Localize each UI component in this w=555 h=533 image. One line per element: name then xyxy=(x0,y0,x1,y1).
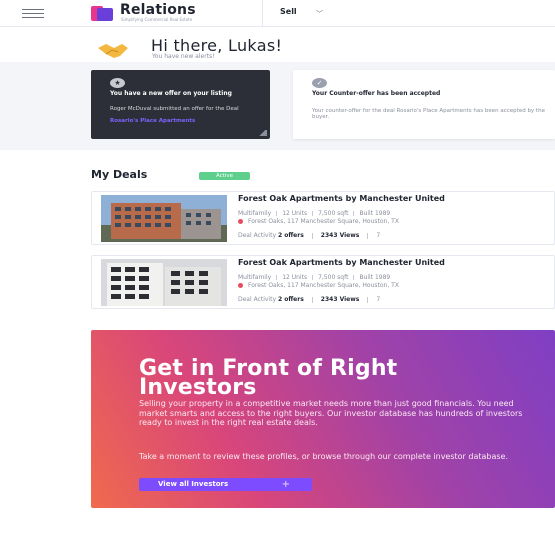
year-built: Built 1989 xyxy=(359,274,391,281)
deal-meta: Multifamily 12 Units 7,500 sqft Built 1989 xyxy=(238,274,390,281)
activity-label: Deal Activity xyxy=(238,232,277,239)
deal-activity: Deal Activity 2 offers 2343 Views 7 xyxy=(238,232,380,239)
greeting-subtitle: You have new alerts! xyxy=(152,53,215,60)
handshake-icon xyxy=(98,44,128,58)
unit-count: 12 Units xyxy=(282,210,308,217)
unit-count: 12 Units xyxy=(282,274,308,281)
location-pin-icon xyxy=(238,219,243,224)
offer-count[interactable]: 2 offers xyxy=(278,296,304,303)
chevron-down-icon[interactable]: ﹀ xyxy=(316,9,323,19)
star-icon: ★ xyxy=(110,78,125,88)
property-size: 7,500 sqft xyxy=(318,210,349,217)
activity-extra: 7 xyxy=(376,232,381,239)
corner-fold-icon xyxy=(257,130,267,136)
activity-label: Deal Activity xyxy=(238,296,277,303)
top-bar: Relations Simplifying Commercial Real Es… xyxy=(0,0,555,27)
brand-name[interactable]: Relations xyxy=(120,2,196,18)
view-count: 2343 Views xyxy=(320,296,360,303)
header-divider xyxy=(262,0,263,27)
deal-location: Forest Oaks, 117 Manchester Square, Hous… xyxy=(238,282,399,289)
property-type: Multifamily xyxy=(238,210,272,217)
deal-link[interactable]: Rosario's Place Apartments xyxy=(110,118,195,124)
button-label: View all Investors xyxy=(158,480,229,488)
my-deals-title: My Deals xyxy=(91,168,148,181)
location-pin-icon xyxy=(238,283,243,288)
view-all-investors-button[interactable]: View all Investors + xyxy=(139,478,312,491)
alert-title: You have a new offer on your listing xyxy=(110,90,232,97)
deal-activity: Deal Activity 2 offers 2343 Views 7 xyxy=(238,296,380,303)
alert-card-counter-offer[interactable]: ✓ Your Counter-offer has been accepted Y… xyxy=(293,70,555,139)
deal-location: Forest Oaks, 117 Manchester Square, Hous… xyxy=(238,218,399,225)
location-text: Forest Oaks, 117 Manchester Square, Hous… xyxy=(248,282,399,289)
deal-name[interactable]: Forest Oak Apartments by Manchester Unit… xyxy=(238,195,458,203)
property-image xyxy=(101,259,227,306)
promo-body-secondary: Take a moment to review these profiles, … xyxy=(139,452,509,461)
view-count: 2343 Views xyxy=(320,232,360,239)
location-text: Forest Oaks, 117 Manchester Square, Hous… xyxy=(248,218,399,225)
alert-body: Roger McDuval submitted an offer for the… xyxy=(110,106,239,112)
plus-icon: + xyxy=(281,479,290,490)
logo-icon xyxy=(91,6,113,21)
alert-title: Your Counter-offer has been accepted xyxy=(312,90,441,97)
menu-icon[interactable] xyxy=(22,9,44,19)
deal-card[interactable]: Forest Oak Apartments by Manchester Unit… xyxy=(91,255,555,309)
promo-body: Selling your property in a competitive m… xyxy=(139,399,523,427)
property-type: Multifamily xyxy=(238,274,272,281)
year-built: Built 1989 xyxy=(359,210,391,217)
brand-tagline: Simplifying Commercial Real Estate xyxy=(121,17,193,22)
status-badge[interactable]: Active xyxy=(199,172,250,180)
investor-promo-banner: Get in Front of Right Investors Selling … xyxy=(91,330,555,508)
alert-body: Your counter-offer for the deal Rosario'… xyxy=(312,108,545,120)
promo-title: Get in Front of Right Investors xyxy=(139,356,398,400)
deal-meta: Multifamily 12 Units 7,500 sqft Built 1989 xyxy=(238,210,390,217)
mode-select[interactable]: Sell xyxy=(280,7,297,16)
activity-extra: 7 xyxy=(376,296,381,303)
alert-card-new-offer[interactable]: ★ You have a new offer on your listing R… xyxy=(91,70,270,139)
offer-count[interactable]: 2 offers xyxy=(278,232,304,239)
property-size: 7,500 sqft xyxy=(318,274,349,281)
property-image xyxy=(101,195,227,242)
deal-name[interactable]: Forest Oak Apartments by Manchester Unit… xyxy=(238,259,458,267)
deal-card[interactable]: Forest Oak Apartments by Manchester Unit… xyxy=(91,191,555,245)
check-icon: ✓ xyxy=(312,78,327,88)
